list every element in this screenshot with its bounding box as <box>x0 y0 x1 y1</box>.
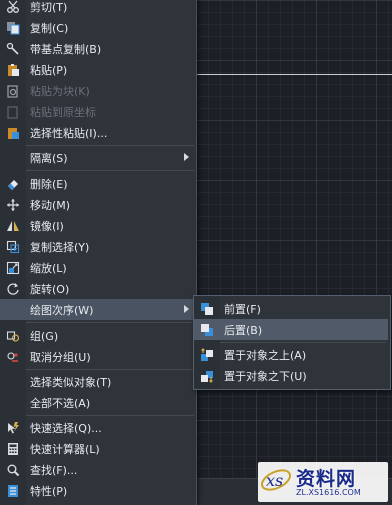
watermark-url: ZL.XS1616.COM <box>296 488 361 497</box>
menu-item-quick-select[interactable]: 快速选择(Q)... <box>0 417 195 438</box>
submenu-arrow-icon <box>184 305 189 313</box>
menu-item-paste-special[interactable]: 选择性粘贴(I)... <box>0 122 195 143</box>
submenu-item-bring-to-front[interactable]: 前置(F) <box>194 298 388 319</box>
menu-item-copy[interactable]: 复制(C) <box>0 17 195 38</box>
scissors-icon <box>0 0 26 14</box>
paste-icon <box>0 63 26 77</box>
menu-item-quick-calculator[interactable]: 快速计算器(L) <box>0 438 195 459</box>
scale-icon <box>0 261 26 275</box>
menu-item-paste-as-block[interactable]: 粘贴为块(K) <box>0 80 195 101</box>
menu-item-cut[interactable]: 剪切(T) <box>0 0 195 17</box>
menu-separator <box>26 145 194 146</box>
send-under-objects-icon <box>194 369 220 383</box>
menu-separator <box>26 369 194 370</box>
menu-item-copy-selection[interactable]: 复制选择(Y) <box>0 236 195 257</box>
menu-separator <box>220 342 386 343</box>
properties-icon <box>0 484 26 498</box>
svg-text:xs: xs <box>266 471 283 490</box>
menu-item-scale[interactable]: 缩放(L) <box>0 257 195 278</box>
copy-with-basepoint-icon <box>0 42 26 56</box>
watermark-logo: xs <box>260 469 292 491</box>
draw-order-submenu: 前置(F) 后置(B) 置于对象之上(A) 置于对象之下(U) <box>193 295 391 390</box>
calculator-icon <box>0 442 26 456</box>
menu-item-ungroup[interactable]: 取消分组(U) <box>0 346 195 367</box>
menu-item-mirror[interactable]: 镜像(I) <box>0 215 195 236</box>
move-icon <box>0 198 26 212</box>
menu-item-deselect-all[interactable]: 全部不选(A) <box>0 392 195 413</box>
copy-icon <box>0 21 26 35</box>
find-icon <box>0 463 26 477</box>
menu-separator <box>26 170 194 171</box>
watermark: xs 资料网 ZL.XS1616.COM <box>258 462 388 502</box>
copy-selection-icon <box>0 240 26 254</box>
bring-to-front-icon <box>194 302 220 316</box>
ungroup-icon <box>0 350 26 364</box>
eraser-icon <box>0 177 26 191</box>
bring-above-objects-icon <box>194 347 220 362</box>
drawing-line <box>196 74 392 75</box>
paste-special-icon <box>0 126 26 140</box>
menu-item-isolate[interactable]: 隔离(S) <box>0 147 195 168</box>
submenu-arrow-icon <box>184 153 189 161</box>
menu-item-paste-to-original-coords[interactable]: 粘贴到原坐标 <box>0 101 195 122</box>
watermark-title: 资料网 <box>296 468 357 490</box>
paste-as-block-icon <box>0 84 26 98</box>
menu-item-paste[interactable]: 粘贴(P) <box>0 59 195 80</box>
group-icon <box>0 329 26 343</box>
menu-item-group[interactable]: 组(G) <box>0 325 195 346</box>
submenu-item-send-under-objects[interactable]: 置于对象之下(U) <box>194 365 388 386</box>
context-menu: 剪切(T) 复制(C) 带基点复制(B) 粘贴(P) 粘贴为块(K) 粘贴到原坐… <box>0 0 197 505</box>
menu-separator <box>26 322 194 323</box>
rotate-icon <box>0 282 26 296</box>
menu-separator <box>26 415 194 416</box>
menu-item-rotate[interactable]: 旋转(O) <box>0 278 195 299</box>
menu-item-erase[interactable]: 删除(E) <box>0 173 195 194</box>
submenu-item-bring-above-objects[interactable]: 置于对象之上(A) <box>194 344 388 365</box>
quick-select-icon <box>0 421 26 435</box>
drawing-canvas[interactable] <box>196 0 392 505</box>
menu-item-properties[interactable]: 特性(P) <box>0 480 195 501</box>
send-to-back-icon <box>194 323 220 337</box>
menu-item-copy-with-basepoint[interactable]: 带基点复制(B) <box>0 38 195 59</box>
paste-to-original-coords-icon <box>0 105 26 119</box>
menu-item-move[interactable]: 移动(M) <box>0 194 195 215</box>
menu-item-select-similar[interactable]: 选择类似对象(T) <box>0 371 195 392</box>
menu-item-find[interactable]: 查找(F)... <box>0 459 195 480</box>
submenu-item-send-to-back[interactable]: 后置(B) <box>194 319 388 340</box>
mirror-icon <box>0 219 26 233</box>
menu-item-draw-order[interactable]: 绘图次序(W) <box>0 299 195 320</box>
